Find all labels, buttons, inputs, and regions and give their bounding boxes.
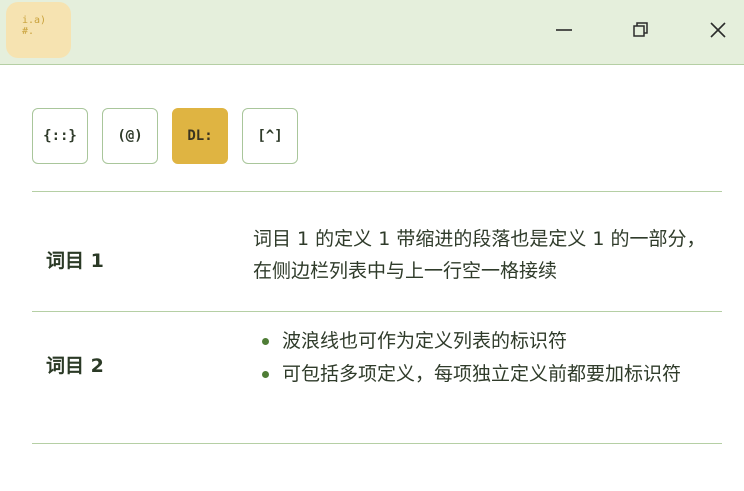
bullet-icon (262, 338, 269, 345)
toolbar-button-attributes[interactable]: {::} (32, 108, 88, 164)
minimize-button[interactable] (549, 15, 579, 45)
definition-item: 波浪线也可作为定义列表的标识符 (262, 326, 712, 356)
definition-item-text: 可包括多项定义，每项独立定义前都要加标识符 (282, 363, 682, 385)
maximize-button[interactable] (626, 15, 656, 45)
definition-item: 可包括多项定义，每项独立定义前都要加标识符 (262, 359, 712, 389)
definition-term: 词目 2 (46, 355, 104, 377)
close-button[interactable] (703, 15, 733, 45)
definition-term: 词目 1 (46, 250, 104, 272)
divider (32, 311, 722, 312)
close-icon (710, 22, 726, 38)
toolbar-button-footnote[interactable]: [^] (242, 108, 298, 164)
toolbar-button-definition-list[interactable]: DL: (172, 108, 228, 164)
minimize-icon (556, 29, 572, 31)
app-icon: i.a) #. (6, 2, 71, 58)
definition-item-text: 波浪线也可作为定义列表的标识符 (282, 330, 568, 352)
divider (32, 443, 722, 444)
bullet-icon (262, 371, 269, 378)
toolbar-button-example-list[interactable]: (@) (102, 108, 158, 164)
restore-icon (633, 22, 648, 37)
divider (32, 191, 722, 192)
definition-list: 波浪线也可作为定义列表的标识符 可包括多项定义，每项独立定义前都要加标识符 (262, 326, 712, 392)
app-icon-line-2: #. (22, 26, 35, 37)
app-icon-line-1: i.a) (22, 15, 47, 26)
definition-description: 词目 1 的定义 1 带缩进的段落也是定义 1 的一部分，在侧边栏列表中与上一行… (253, 228, 706, 282)
title-bar: i.a) #. (0, 0, 744, 65)
